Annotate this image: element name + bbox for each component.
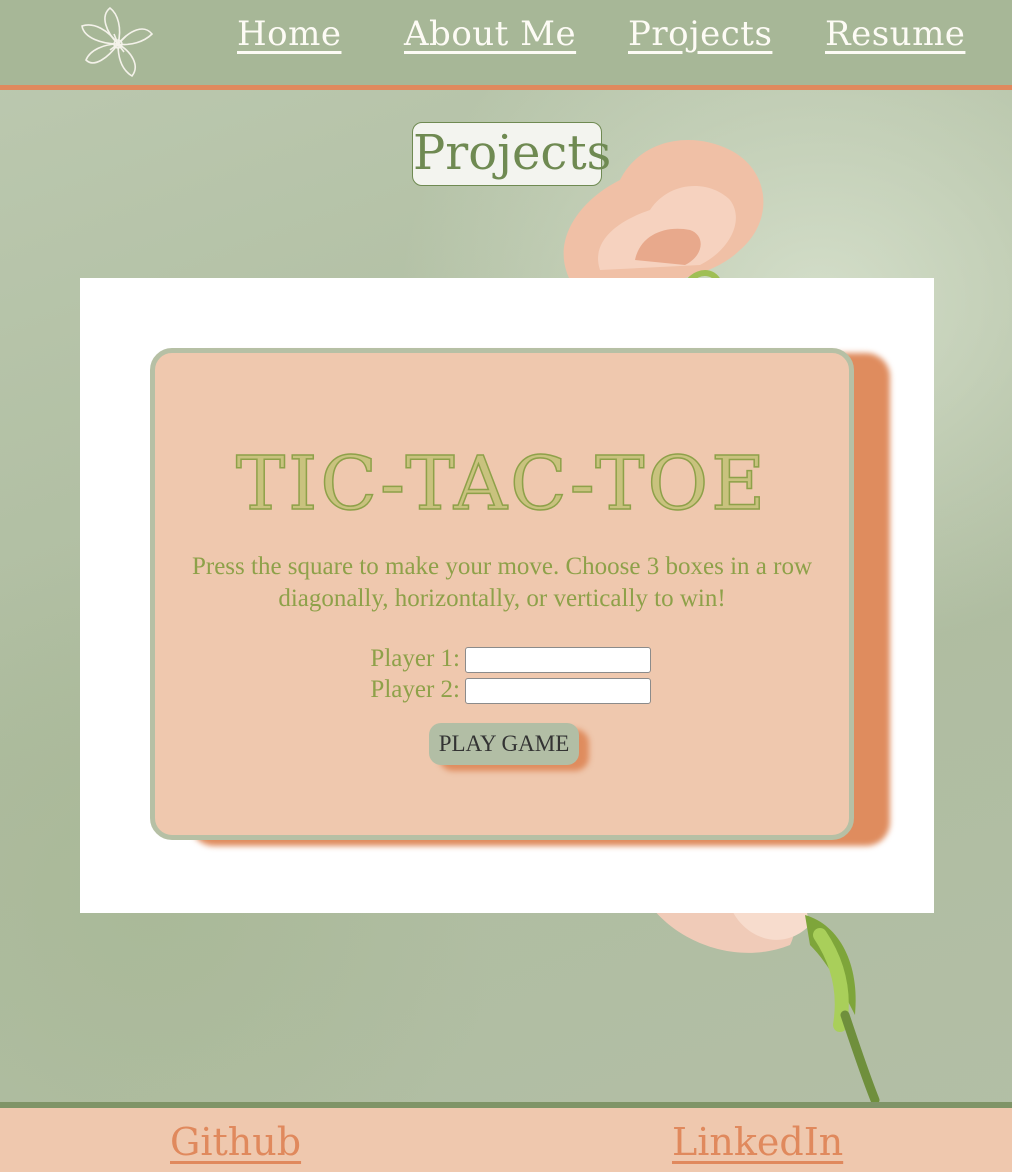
play-game-button[interactable]: PLAY GAME	[429, 723, 579, 765]
footer: Github LinkedIn	[0, 1102, 1012, 1172]
footer-link-linkedin[interactable]: LinkedIn	[672, 1120, 843, 1164]
top-navigation-bar: Home About Me Projects Resume	[0, 0, 1012, 90]
game-instructions: Press the square to make your move. Choo…	[191, 553, 813, 612]
nav-link-about-me[interactable]: About Me	[404, 14, 576, 54]
player-2-input[interactable]	[465, 678, 651, 704]
game-title: TIC-TAC-TOE	[235, 440, 769, 528]
nav-link-home[interactable]: Home	[237, 14, 341, 54]
tic-tac-toe-card: TIC-TAC-TOE Press the square to make you…	[150, 348, 854, 840]
player-1-label: Player 1:	[370, 645, 460, 672]
nav-link-projects[interactable]: Projects	[628, 14, 772, 54]
nav-link-resume[interactable]: Resume	[825, 14, 965, 54]
flower-logo-icon[interactable]	[78, 4, 158, 80]
carnation-stem-image	[650, 905, 880, 1105]
footer-link-github[interactable]: Github	[170, 1120, 301, 1164]
player-2-label: Player 2:	[370, 676, 460, 703]
player-1-input[interactable]	[465, 647, 651, 673]
page-title: Projects	[412, 122, 611, 186]
